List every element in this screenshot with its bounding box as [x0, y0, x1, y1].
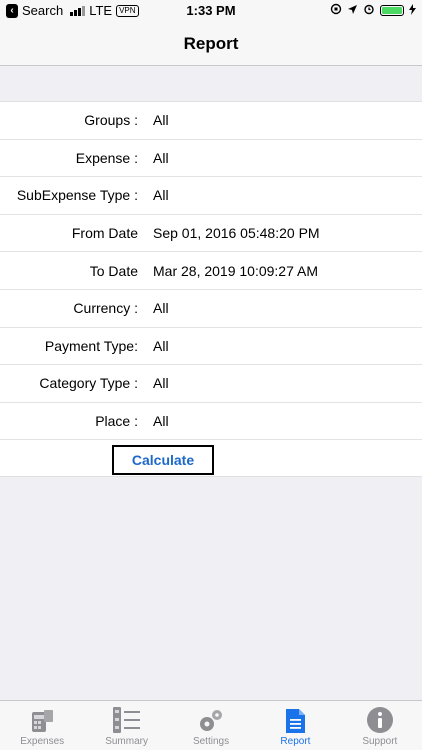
tab-label: Settings [192, 736, 230, 747]
filter-value[interactable]: All [153, 413, 169, 429]
report-icon [286, 709, 306, 733]
status-right [330, 3, 416, 18]
tab-support[interactable]: Support [338, 701, 422, 750]
filter-row-payment-type[interactable]: Payment Type: All [0, 328, 422, 366]
tab-summary[interactable]: Summary [84, 701, 168, 750]
orientation-lock-icon [330, 3, 342, 18]
navigation-bar: Report [0, 22, 422, 66]
report-filter-form: Groups : All Expense : All SubExpense Ty… [0, 101, 422, 477]
filter-label: Payment Type: [44, 337, 138, 354]
tab-label: Expenses [20, 736, 65, 747]
location-icon [347, 4, 358, 18]
tab-bar: Expenses Summary Settings Report Support [0, 700, 422, 750]
tab-report[interactable]: Report [253, 701, 337, 750]
filter-label: Currency : [73, 300, 138, 317]
filter-row-from-date[interactable]: From Date Sep 01, 2016 05:48:20 PM [0, 215, 422, 253]
battery-icon [380, 5, 404, 16]
calculate-button[interactable]: Calculate [112, 445, 214, 476]
tab-expenses[interactable]: Expenses [0, 701, 84, 750]
filter-row-category-type[interactable]: Category Type : All [0, 365, 422, 403]
filter-label: From Date [71, 225, 138, 242]
filter-value[interactable]: All [153, 300, 169, 316]
filter-label: To Date [89, 262, 138, 279]
filter-value[interactable]: All [153, 187, 169, 203]
filter-value[interactable]: All [153, 112, 169, 128]
filter-value[interactable]: Mar 28, 2019 10:09:27 AM [153, 263, 318, 279]
filter-label: Category Type : [39, 375, 138, 392]
settings-icon [200, 710, 223, 731]
tab-label: Summary [105, 736, 148, 747]
page-title: Report [183, 33, 239, 53]
filter-label: SubExpense Type : [16, 187, 138, 204]
filter-row-to-date[interactable]: To Date Mar 28, 2019 10:09:27 AM [0, 252, 422, 290]
filter-row-subexpense-type[interactable]: SubExpense Type : All [0, 177, 422, 215]
status-bar: ‹ Search LTE VPN 1:33 PM [0, 0, 422, 22]
filter-value[interactable]: All [153, 150, 169, 166]
summary-icon [112, 707, 140, 733]
filter-value[interactable]: All [153, 375, 169, 391]
charging-icon [409, 3, 416, 18]
calculate-row: Calculate [0, 440, 422, 477]
filter-row-expense[interactable]: Expense : All [0, 140, 422, 178]
filter-row-place[interactable]: Place : All [0, 403, 422, 441]
filter-value[interactable]: All [153, 338, 169, 354]
filter-row-groups[interactable]: Groups : All [0, 102, 422, 140]
alarm-icon [363, 3, 375, 18]
tab-label: Report [280, 736, 311, 747]
expenses-icon [32, 710, 54, 732]
filter-label: Groups : [84, 112, 138, 129]
support-icon [366, 707, 393, 733]
filter-label: Place : [95, 413, 138, 430]
tab-label: Support [362, 736, 398, 747]
filter-row-currency[interactable]: Currency : All [0, 290, 422, 328]
tab-settings[interactable]: Settings [169, 701, 253, 750]
filter-label: Expense : [75, 149, 138, 166]
filter-value[interactable]: Sep 01, 2016 05:48:20 PM [153, 225, 320, 241]
